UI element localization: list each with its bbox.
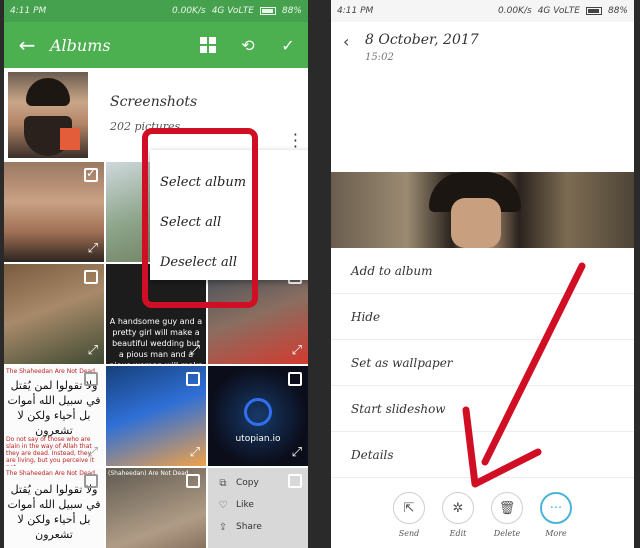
arabic-text: ولا تقولوا لمن يُقتل في سبيل الله أموات …: [7, 379, 101, 437]
battery-icon: [585, 7, 602, 15]
menu-item-add-to-album[interactable]: Add to album: [331, 248, 634, 294]
expand-icon[interactable]: ⤢: [292, 343, 302, 358]
menu-item-hide[interactable]: Hide: [331, 294, 634, 340]
history-icon[interactable]: ⟲: [228, 36, 268, 55]
album-name: Screenshots: [110, 94, 198, 110]
photo-preview[interactable]: [331, 172, 634, 248]
detail-header: ‹ 8 October, 2017 15:02: [331, 22, 634, 172]
status-bar: 4:11 PM 0.00K/s 4G VoLTE 88%: [4, 0, 308, 22]
arabic-text: ولا تقولوا لمن يُقتل في سبيل الله أموات …: [7, 483, 101, 541]
photo-time: 15:02: [365, 52, 394, 63]
expand-icon[interactable]: ⤢: [190, 343, 200, 358]
checkbox[interactable]: [288, 372, 302, 386]
checkbox[interactable]: [84, 270, 98, 284]
expand-icon[interactable]: ⤢: [88, 343, 98, 358]
context-label: Copy: [236, 478, 259, 488]
delete-button[interactable]: 🗑 Delete: [491, 492, 523, 548]
grid-icon[interactable]: [188, 37, 228, 53]
chevron-left-icon[interactable]: ‹: [343, 32, 349, 51]
photo-detail-screen: 4:11 PM 0.00K/s 4G VoLTE 88% ‹ 8 October…: [331, 0, 634, 548]
checkbox[interactable]: [84, 474, 98, 488]
menu-item-details[interactable]: Details: [331, 432, 634, 478]
checkbox[interactable]: [84, 372, 98, 386]
heart-icon: ♡: [218, 499, 228, 511]
context-label: Like: [236, 500, 254, 510]
photo-cell[interactable]: The Shaheedan Are Not Dead ولا تقولوا لم…: [4, 468, 104, 548]
photo-cell[interactable]: ⤢: [4, 162, 104, 262]
context-item-like[interactable]: ♡ Like: [218, 494, 308, 516]
menu-item-set-wallpaper[interactable]: Set as wallpaper: [331, 340, 634, 386]
check-icon[interactable]: ✓: [268, 36, 308, 55]
status-speed: 0.00K/s: [172, 6, 206, 16]
albums-screen: 4:11 PM 0.00K/s 4G VoLTE 88% ← Albums ⟲ …: [4, 0, 308, 548]
status-time: 4:11 PM: [10, 6, 47, 16]
checkbox[interactable]: [186, 474, 200, 488]
photo-cell[interactable]: ⤢: [106, 366, 206, 466]
share-icon: ⇱: [393, 492, 425, 524]
checkbox[interactable]: [186, 372, 200, 386]
action-label: Edit: [449, 529, 467, 538]
status-time: 4:11 PM: [337, 6, 374, 16]
more-button[interactable]: ··· More: [540, 492, 572, 548]
context-item-share[interactable]: ⇪ Share: [218, 516, 308, 538]
status-speed: 0.00K/s: [498, 6, 532, 16]
expand-icon[interactable]: ⤢: [88, 445, 98, 460]
photo-cell[interactable]: (Shaheedan) Are Not Dead: [106, 468, 206, 548]
utopian-text: utopian.io: [235, 434, 281, 444]
bottom-action-bar: ⇱ Send ✲ Edit 🗑 Delete ··· More: [331, 482, 634, 548]
app-bar: ← Albums ⟲ ✓: [4, 22, 308, 68]
arrow-left-icon[interactable]: ←: [4, 33, 50, 57]
edit-button[interactable]: ✲ Edit: [442, 492, 474, 548]
send-button[interactable]: ⇱ Send: [393, 492, 425, 548]
photo-cell[interactable]: ⤢: [4, 264, 104, 364]
page-title: Albums: [50, 35, 111, 55]
utopian-logo: [244, 398, 272, 426]
more-vert-icon[interactable]: · · ·: [293, 127, 298, 155]
album-badge: [60, 128, 80, 150]
share-icon: ⇪: [218, 521, 228, 533]
photo-cell[interactable]: utopian.io ⤢: [208, 366, 308, 466]
action-label: Send: [398, 529, 420, 538]
expand-icon[interactable]: ⤢: [190, 445, 200, 460]
highlight-box: [142, 128, 258, 308]
status-network: 4G VoLTE: [537, 6, 580, 16]
action-label: Delete: [493, 529, 521, 538]
context-label: Share: [236, 522, 262, 532]
status-bar: 4:11 PM 0.00K/s 4G VoLTE 88%: [331, 0, 634, 22]
expand-icon[interactable]: ⤢: [292, 445, 302, 460]
photo-date: 8 October, 2017: [365, 32, 479, 48]
copy-icon: ⧉: [219, 477, 227, 489]
photo-cell[interactable]: The Shaheedan Are Not Dead ولا تقولوا لم…: [4, 366, 104, 466]
action-label: More: [545, 529, 567, 538]
menu-item-start-slideshow[interactable]: Start slideshow: [331, 386, 634, 432]
battery-icon: [259, 7, 276, 15]
trash-icon: 🗑: [491, 492, 523, 524]
photo-cell[interactable]: ⧉ Copy ♡ Like ⇪ Share: [208, 468, 308, 548]
edit-icon: ✲: [442, 492, 474, 524]
status-network: 4G VoLTE: [211, 6, 254, 16]
expand-icon[interactable]: ⤢: [88, 241, 98, 256]
checkbox[interactable]: [288, 474, 302, 488]
status-battery: 88%: [607, 6, 628, 16]
checkbox-checked[interactable]: [84, 166, 98, 182]
status-battery: 88%: [281, 6, 302, 16]
more-menu: Add to album Hide Set as wallpaper Start…: [331, 248, 634, 478]
more-icon: ···: [540, 492, 572, 524]
